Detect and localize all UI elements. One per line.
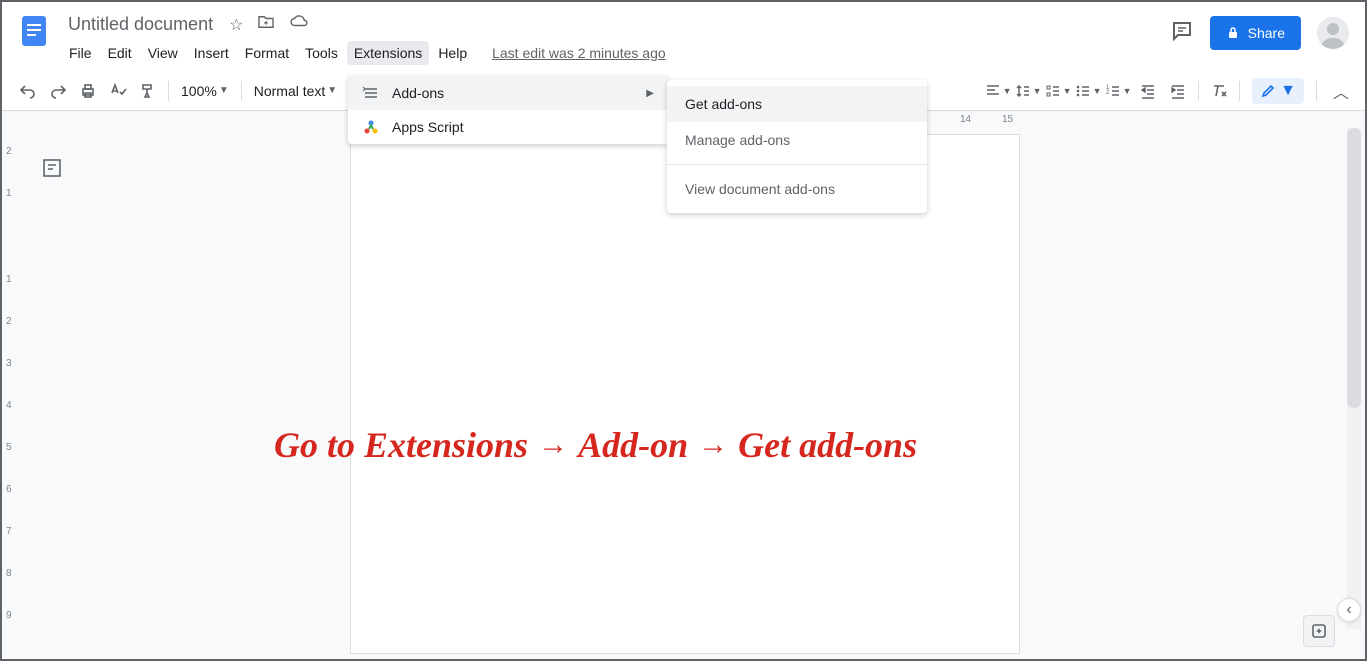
document-title[interactable]: Untitled document xyxy=(62,12,219,37)
editing-mode-button[interactable]: ▼ xyxy=(1252,78,1304,104)
star-icon[interactable]: ☆ xyxy=(229,15,243,35)
last-edit-link[interactable]: Last edit was 2 minutes ago xyxy=(492,41,666,65)
docs-logo[interactable] xyxy=(14,10,54,50)
manage-addons-item[interactable]: Manage add-ons xyxy=(667,122,927,158)
view-document-addons-item[interactable]: View document add-ons xyxy=(667,171,927,207)
zoom-select[interactable]: 100%▼ xyxy=(175,83,235,99)
menu-help[interactable]: Help xyxy=(431,41,474,65)
addons-menu-item[interactable]: Add-ons ▶ xyxy=(348,76,668,110)
svg-text:2: 2 xyxy=(1106,90,1110,96)
indent-increase-button[interactable] xyxy=(1164,77,1192,105)
avatar[interactable] xyxy=(1317,17,1349,49)
menu-insert[interactable]: Insert xyxy=(187,41,236,65)
spellcheck-button[interactable] xyxy=(104,77,132,105)
arrow-right-icon: → xyxy=(698,428,728,462)
print-button[interactable] xyxy=(74,77,102,105)
document-outline-button[interactable] xyxy=(40,156,68,184)
cloud-status-icon[interactable] xyxy=(289,15,309,35)
share-button[interactable]: Share xyxy=(1210,16,1301,50)
scrollbar-thumb[interactable] xyxy=(1347,128,1361,408)
undo-button[interactable] xyxy=(14,77,42,105)
extensions-dropdown: Add-ons ▶ Apps Script xyxy=(348,76,668,144)
numbered-list-button[interactable]: 12▼ xyxy=(1104,77,1132,105)
explore-button[interactable] xyxy=(1303,615,1335,647)
ruler-tick-14: 14 xyxy=(960,114,971,125)
clear-formatting-button[interactable] xyxy=(1205,77,1233,105)
share-label: Share xyxy=(1248,25,1285,41)
get-addons-item[interactable]: Get add-ons xyxy=(667,86,927,122)
apps-script-icon xyxy=(362,118,380,136)
move-icon[interactable] xyxy=(257,15,275,35)
annotation-text-3: Get add-ons xyxy=(738,424,917,466)
addons-submenu: Get add-ons Manage add-ons View document… xyxy=(667,80,927,213)
zoom-value: 100% xyxy=(181,83,217,99)
addons-icon xyxy=(362,84,380,102)
collapse-toolbar-icon[interactable]: ︿ xyxy=(1329,75,1353,107)
align-button[interactable]: ▼ xyxy=(984,77,1012,105)
menu-edit[interactable]: Edit xyxy=(101,41,139,65)
side-panel-toggle[interactable]: ‹ xyxy=(1337,598,1361,622)
style-select[interactable]: Normal text▼ xyxy=(248,83,358,99)
addons-label: Add-ons xyxy=(392,85,444,101)
checklist-button[interactable]: ▼ xyxy=(1044,77,1072,105)
menu-file[interactable]: File xyxy=(62,41,99,65)
vertical-ruler[interactable]: 2 1 1 2 3 4 5 6 7 8 9 xyxy=(2,128,22,659)
style-value: Normal text xyxy=(254,83,326,99)
arrow-right-icon: → xyxy=(538,428,568,462)
menu-format[interactable]: Format xyxy=(238,41,296,65)
apps-script-menu-item[interactable]: Apps Script xyxy=(348,110,668,144)
menu-extensions[interactable]: Extensions xyxy=(347,41,429,65)
menu-tools[interactable]: Tools xyxy=(298,41,345,65)
line-spacing-button[interactable]: ▼ xyxy=(1014,77,1042,105)
apps-script-label: Apps Script xyxy=(392,119,464,135)
comments-icon[interactable] xyxy=(1170,19,1194,48)
indent-decrease-button[interactable] xyxy=(1134,77,1162,105)
paint-format-button[interactable] xyxy=(134,77,162,105)
ruler-tick-15: 15 xyxy=(1002,114,1013,125)
menubar: File Edit View Insert Format Tools Exten… xyxy=(62,39,1170,71)
annotation-overlay: Go to Extensions → Add-on → Get add-ons xyxy=(274,424,917,466)
menu-view[interactable]: View xyxy=(141,41,185,65)
redo-button[interactable] xyxy=(44,77,72,105)
vertical-scrollbar[interactable] xyxy=(1347,128,1361,629)
chevron-right-icon: ▶ xyxy=(646,88,654,99)
annotation-text-2: Add-on xyxy=(578,424,688,466)
annotation-text-1: Go to Extensions xyxy=(274,424,528,466)
bullet-list-button[interactable]: ▼ xyxy=(1074,77,1102,105)
